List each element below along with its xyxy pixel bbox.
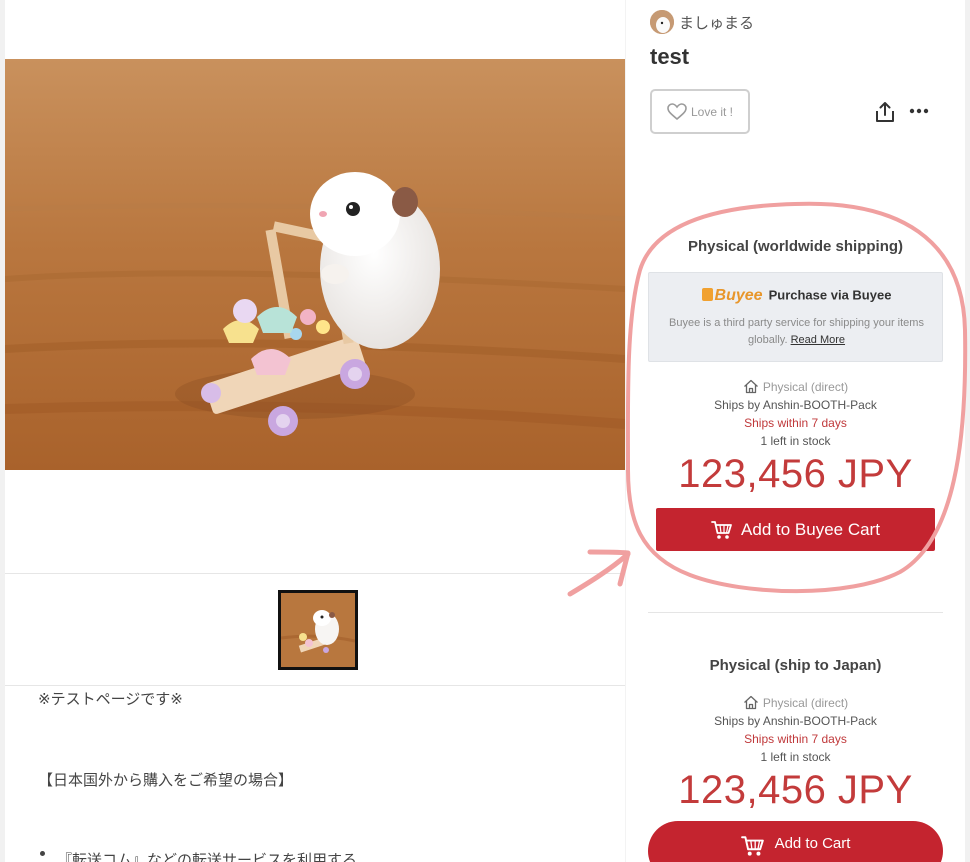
page-margin-right (965, 0, 970, 862)
heart-icon (667, 102, 687, 120)
buyee-note: Buyee is a third party service for shipp… (669, 317, 924, 346)
stock-text: 1 left in stock (760, 434, 831, 448)
shipping-type: Physical (direct) (626, 694, 965, 712)
more-icon[interactable] (908, 100, 930, 122)
buyee-info-box: Buyee Purchase via Buyee Buyee is a third… (648, 272, 943, 362)
buyee-header: Buyee Purchase via Buyee (649, 287, 944, 305)
ships-by-text: Ships by Anshin-BOOTH-Pack (714, 398, 877, 412)
japan-shipping-heading: Physical (ship to Japan) (709, 657, 882, 674)
add-to-cart-button[interactable]: Add to Cart (648, 821, 943, 862)
buyee-logo: Buyee (701, 287, 763, 305)
bullet-dot (40, 851, 45, 856)
ships-within-text: Ships within 7 days (744, 732, 847, 746)
add-to-buyee-cart-button[interactable]: Add to Buyee Cart (656, 508, 935, 551)
cart-icon (711, 520, 732, 539)
japan-shipping-info: Physical (direct) Ships by Anshin-BOOTH-… (626, 694, 965, 766)
thumbnail-image (281, 593, 355, 667)
japan-price: 123,456 JPY (678, 768, 913, 812)
stock-text: 1 left in stock (760, 750, 831, 764)
house-icon (743, 695, 758, 710)
worldwide-price: 123,456 JPY (678, 452, 913, 496)
shop-link[interactable]: ましゅまる (650, 10, 754, 34)
main-product-photo[interactable] (5, 59, 625, 470)
share-icon[interactable] (874, 100, 896, 124)
add-to-buyee-cart-label: Add to Buyee Cart (741, 519, 880, 539)
cart-icon (740, 836, 764, 856)
love-it-label: Love it ! (690, 104, 734, 119)
purchase-panel: ましゅまる test Love it ! Physical (worldwide… (626, 0, 965, 862)
hamster-photo-image (5, 59, 625, 470)
item-title: test (650, 44, 690, 69)
buyee-bag-icon (701, 288, 713, 301)
shop-name: ましゅまる (679, 13, 755, 32)
buyee-title: Purchase via Buyee (768, 287, 892, 303)
thumbnail-selected[interactable] (278, 590, 358, 670)
description-line: ※テストページです※ (38, 690, 183, 708)
shipping-type: Physical (direct) (626, 378, 965, 396)
love-it-button[interactable]: Love it ! (650, 89, 750, 134)
ships-by-text: Ships by Anshin-BOOTH-Pack (714, 714, 877, 728)
section-separator (648, 612, 943, 613)
ships-within-text: Ships within 7 days (744, 416, 847, 430)
read-more-link[interactable]: Read More (791, 334, 845, 346)
worldwide-shipping-heading: Physical (worldwide shipping) (687, 238, 904, 255)
product-gallery-column: ※テストページです※ 【日本国外から購入をご希望の場合】 『転送コム』などの転送… (5, 0, 625, 862)
description-line: 【日本国外から購入をご希望の場合】 (38, 771, 294, 789)
description-list-item: 『転送コム』などの転送サービスを利用する (57, 851, 358, 862)
hamster-avatar-icon (650, 10, 674, 34)
add-to-cart-label: Add to Cart (774, 835, 851, 852)
description-divider (5, 685, 625, 686)
worldwide-shipping-info: Physical (direct) Ships by Anshin-BOOTH-… (626, 378, 965, 450)
house-icon (743, 379, 758, 394)
gallery-divider (5, 573, 625, 574)
